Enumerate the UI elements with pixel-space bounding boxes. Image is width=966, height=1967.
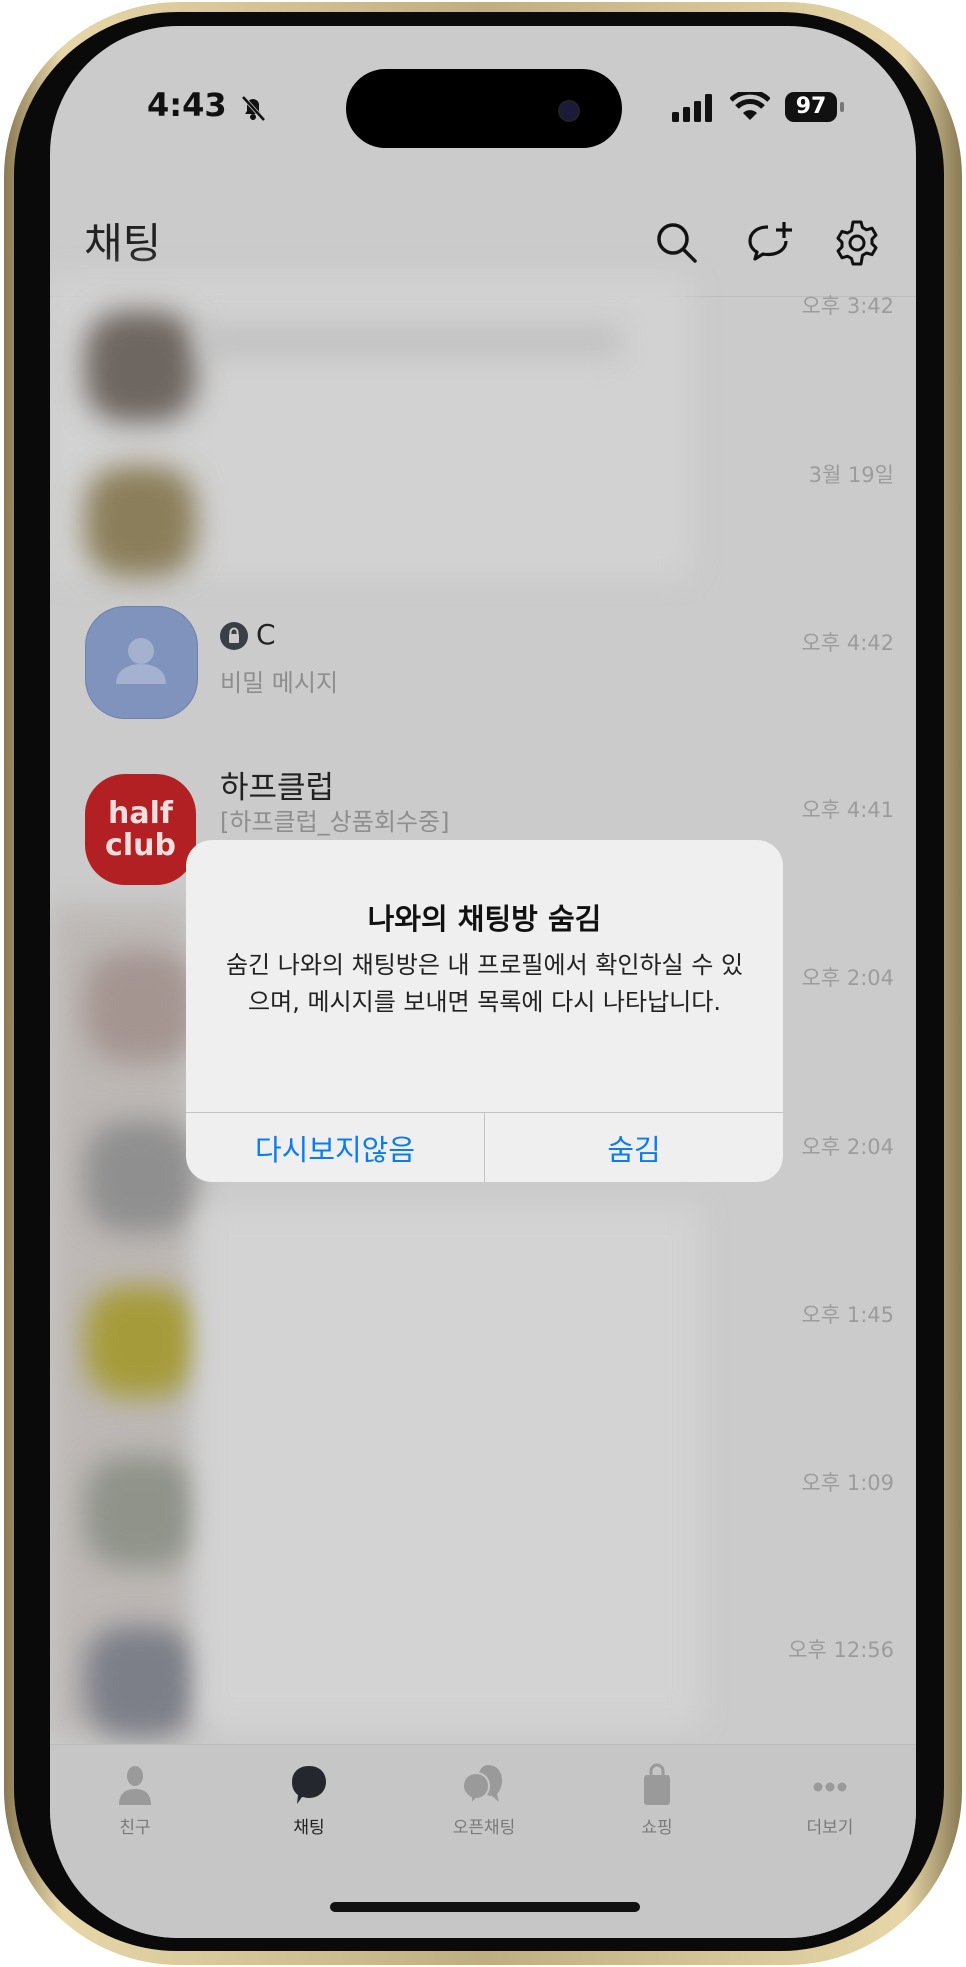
status-time: 4:43: [147, 86, 227, 124]
search-icon[interactable]: [652, 218, 702, 268]
dynamic-island: [346, 69, 622, 148]
tab-open-chat[interactable]: 오픈채팅: [414, 1763, 554, 1838]
hide-chat-dialog: 나와의 채팅방 숨김 숨긴 나와의 채팅방은 내 프로필에서 확인하실 수 있으…: [186, 840, 783, 1182]
avatar: [85, 466, 196, 577]
open-chat-icon: [461, 1765, 502, 1807]
logo-text: club: [105, 827, 176, 863]
chat-time: 오후 2:04: [801, 966, 894, 990]
chat-name: C: [256, 618, 276, 651]
chat-time: 오후 1:09: [801, 1471, 894, 1495]
tab-more[interactable]: 더보기: [760, 1763, 900, 1838]
chat-time: 오후 3:42: [801, 294, 894, 318]
tab-chats[interactable]: 채팅: [239, 1763, 379, 1838]
tab-label: 친구: [119, 1818, 151, 1838]
tab-shopping[interactable]: 쇼핑: [587, 1763, 727, 1838]
tab-label: 오픈채팅: [452, 1818, 516, 1838]
avatar: [85, 1456, 196, 1567]
hide-button[interactable]: 숨김: [485, 1113, 783, 1182]
tab-label: 쇼핑: [641, 1818, 673, 1838]
avatar: [85, 606, 198, 719]
chat-preview: [하프클럽_상품회수중]: [220, 808, 450, 836]
camera: [558, 100, 580, 122]
logo-text: half: [108, 795, 173, 831]
battery-tip: [840, 102, 844, 112]
person-icon: [116, 638, 166, 684]
chat-preview: 비밀 메시지: [220, 669, 339, 697]
dialog-message: 숨긴 나와의 채팅방은 내 프로필에서 확인하실 수 있으며, 메시지를 보내면…: [225, 951, 744, 1016]
chat-name: 하프클럽: [220, 770, 335, 806]
chat-time: 오후 2:04: [801, 1135, 894, 1159]
person-icon: [119, 1766, 151, 1805]
new-chat-icon[interactable]: [746, 218, 796, 268]
more-dots-icon: [813, 1782, 847, 1792]
tab-friends[interactable]: 친구: [65, 1763, 205, 1838]
signal-icon: [672, 94, 712, 122]
chat-bubble-icon: [292, 1766, 326, 1804]
wifi-icon: [730, 92, 770, 120]
screen: 4:43 97 채팅 오후 3:42 3월 19일 오후 4:42 오후 4:4…: [50, 26, 916, 1938]
avatar: [85, 1121, 196, 1232]
shopping-bag-icon: [644, 1763, 670, 1805]
blurred-region: [200, 1206, 700, 1726]
avatar: [85, 1626, 196, 1737]
dialog-title: 나와의 채팅방 숨김: [367, 902, 602, 936]
battery-icon: 97: [785, 92, 837, 122]
halfclub-logo: half club: [85, 774, 196, 885]
chat-time: 오후 12:56: [788, 1638, 894, 1662]
blurred-text: [200, 326, 620, 356]
chat-time: 오후 1:45: [801, 1303, 894, 1327]
avatar: [85, 311, 196, 422]
bell-slash-icon: [241, 95, 266, 122]
home-indicator[interactable]: [330, 1902, 640, 1912]
avatar: [85, 951, 196, 1062]
gear-icon[interactable]: [832, 218, 882, 268]
lock-icon: [220, 622, 248, 650]
tab-label: 더보기: [806, 1818, 854, 1838]
dont-show-again-button[interactable]: 다시보지않음: [186, 1113, 484, 1182]
chat-time: 3월 19일: [808, 463, 894, 487]
tab-label: 채팅: [293, 1818, 325, 1838]
page-title: 채팅: [84, 219, 162, 268]
avatar: [85, 1286, 196, 1397]
